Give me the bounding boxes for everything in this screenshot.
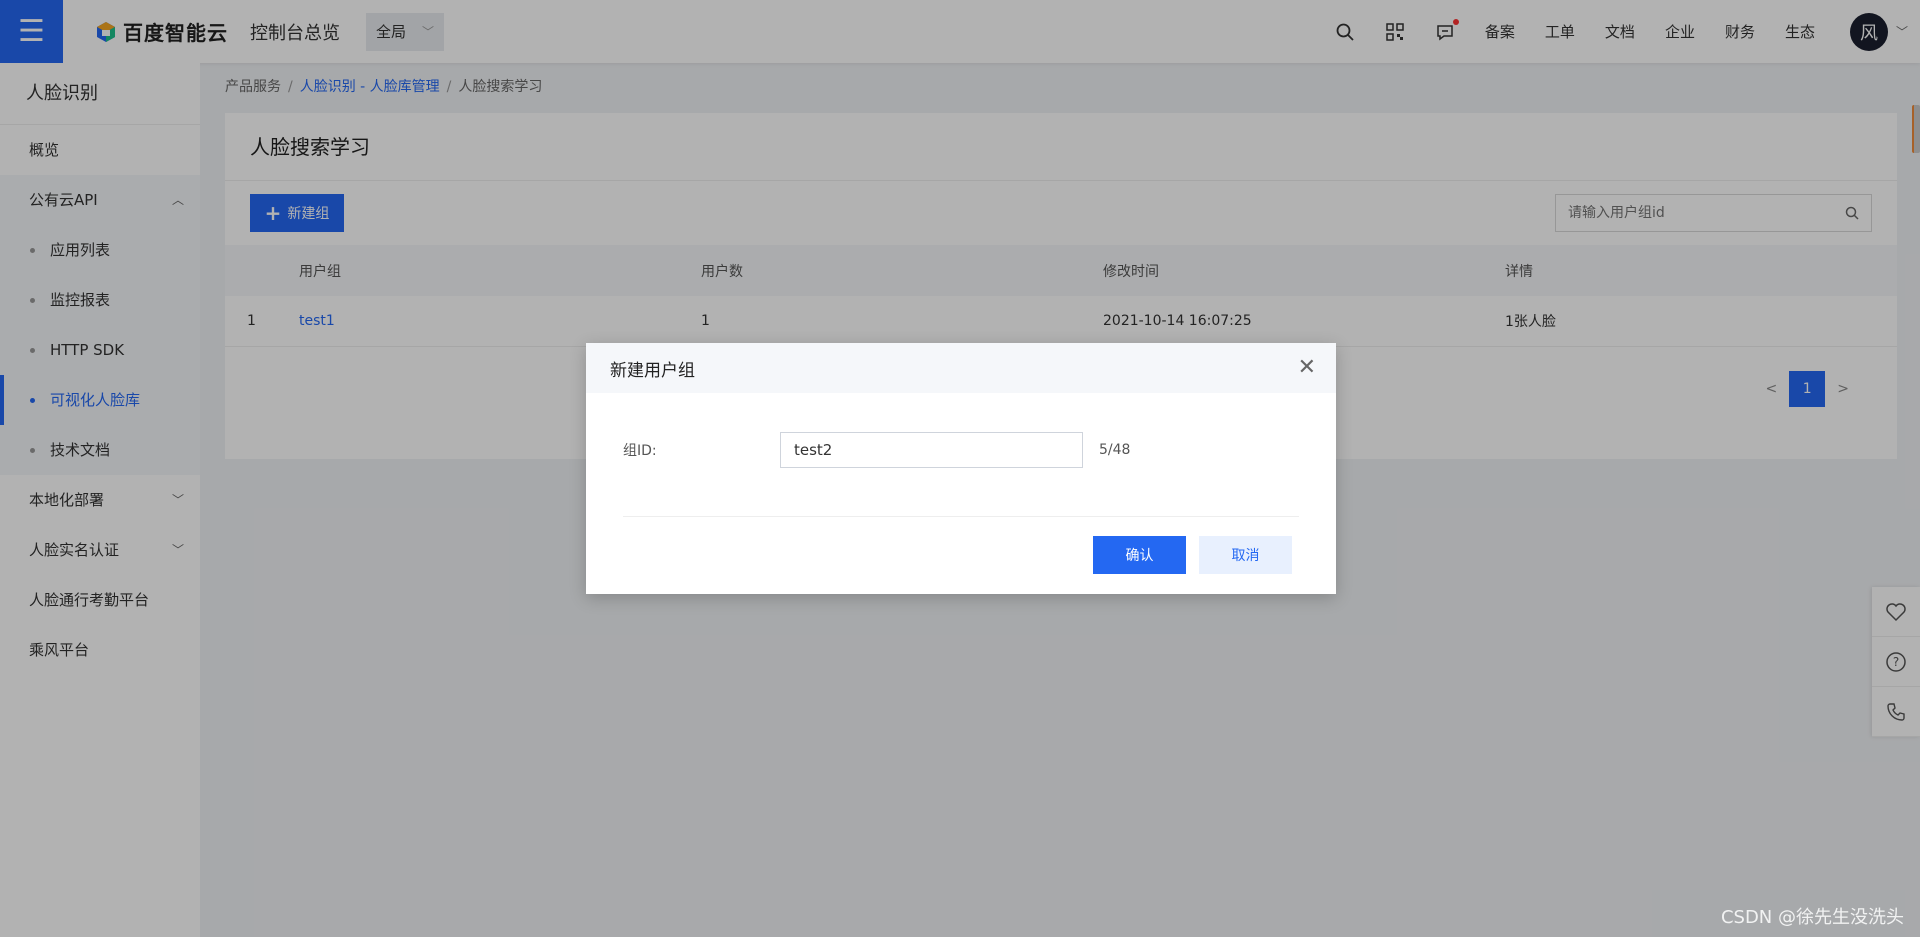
dialog-header: 新建用户组 ✕ (586, 343, 1336, 393)
dialog-title: 新建用户组 (610, 360, 695, 381)
char-counter: 5/48 (1099, 442, 1131, 458)
group-id-field[interactable] (780, 432, 1083, 468)
new-group-dialog: 新建用户组 ✕ 组ID: 5/48 确认 取消 (586, 343, 1336, 594)
group-id-row: 组ID: 5/48 (623, 432, 1130, 468)
confirm-button[interactable]: 确认 (1093, 536, 1186, 574)
group-id-label: 组ID: (623, 443, 657, 459)
divider (623, 516, 1299, 517)
close-icon[interactable]: ✕ (1298, 357, 1316, 379)
cancel-button[interactable]: 取消 (1199, 536, 1292, 574)
watermark: CSDN @徐先生没洗头 (1720, 907, 1904, 928)
